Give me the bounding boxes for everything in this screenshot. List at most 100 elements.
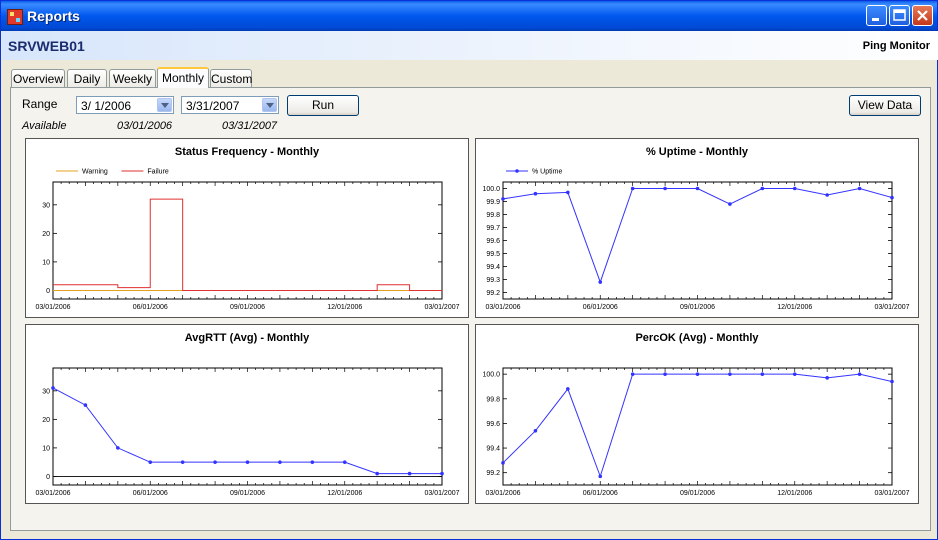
data-point xyxy=(278,460,282,464)
chart-percok: PercOK (Avg) - Monthly 100.0 99.8 99.6 99.4… xyxy=(475,324,919,504)
run-button[interactable]: Run xyxy=(287,95,359,116)
range-to-picker[interactable]: 3/31/2007 xyxy=(181,96,279,114)
data-point xyxy=(440,471,444,476)
plot-frame xyxy=(502,181,893,300)
available-label: Available xyxy=(22,120,67,132)
legend-label: % Uptime xyxy=(532,169,562,176)
y-tick-label: 0 xyxy=(46,474,50,481)
data-point xyxy=(728,202,732,206)
chart-uptime: % Uptime - Monthly 100.0 99.9 99.8 99.7 99.6… xyxy=(475,138,919,318)
plot-frame xyxy=(502,367,893,486)
range-from-picker[interactable]: 3/ 1/2006 xyxy=(76,96,174,114)
view-data-button[interactable]: View Data xyxy=(849,95,921,116)
y-tick-label: 100.0 xyxy=(482,372,500,379)
x-tick-label: 09/01/2006 xyxy=(680,304,715,311)
range-from-value: 3/ 1/2006 xyxy=(81,99,132,113)
y-tick-label: 30 xyxy=(42,388,50,395)
report-header: SRVWEB01 Ping Monitor xyxy=(2,31,938,60)
data-point xyxy=(760,186,765,191)
legend-label: Failure xyxy=(147,169,169,176)
y-tick-label: 99.4 xyxy=(486,446,500,453)
x-tick-label: 03/01/2007 xyxy=(424,304,459,311)
reports-window: Reports SRVWEB01 Ping Monitor Overview D… xyxy=(0,0,938,540)
y-tick-label: 99.8 xyxy=(486,212,500,219)
x-tick-label: 12/01/2006 xyxy=(327,304,362,311)
data-point xyxy=(630,186,635,191)
x-tick-label: 03/01/2007 xyxy=(874,304,909,311)
data-point xyxy=(213,460,217,464)
y-tick-label: 20 xyxy=(42,417,50,424)
data-point xyxy=(148,460,153,464)
app-report-icon xyxy=(7,9,23,25)
x-tick-label: 09/01/2006 xyxy=(230,304,265,311)
range-label: Range xyxy=(22,97,58,111)
y-tick-label: 99.8 xyxy=(486,396,500,403)
available-to: 03/31/2007 xyxy=(222,120,278,132)
close-icon xyxy=(917,10,928,21)
maximize-button[interactable] xyxy=(889,5,910,26)
y-tick-label: 10 xyxy=(42,445,50,452)
available-from: 03/01/2006 xyxy=(117,120,173,132)
close-button[interactable] xyxy=(912,5,933,26)
chart-status-frequency-svg: 0 10 20 30 03/01/2006 06/01/2006 09/01/2006 12/… xyxy=(35,169,459,312)
x-tick-label: 03/01/2007 xyxy=(874,490,909,497)
x-tick-label: 06/01/2006 xyxy=(133,304,168,311)
tab-monthly[interactable]: Monthly xyxy=(157,67,209,88)
chart-status-frequency: Status Frequency - Monthly 0 10 20 30 03/01/… xyxy=(25,138,469,318)
data-point xyxy=(375,471,379,476)
series-line xyxy=(502,187,893,284)
x-tick-label: 09/01/2006 xyxy=(680,490,715,497)
title-bar[interactable]: Reports xyxy=(1,1,937,31)
tab-daily[interactable]: Daily xyxy=(67,69,107,87)
data-point xyxy=(728,372,732,376)
data-point xyxy=(825,193,829,197)
monitor-type: Ping Monitor xyxy=(862,40,930,52)
data-point xyxy=(342,460,347,464)
y-tick-label: 99.2 xyxy=(486,470,500,477)
data-point xyxy=(116,446,120,450)
y-tick-label: 30 xyxy=(42,202,50,209)
x-tick-label: 03/01/2006 xyxy=(35,304,70,311)
x-tick-label: 12/01/2006 xyxy=(777,490,812,497)
x-tick-label: 09/01/2006 xyxy=(230,490,265,497)
data-point xyxy=(630,372,635,376)
chevron-down-icon[interactable] xyxy=(262,98,277,112)
data-point xyxy=(180,460,185,464)
maximize-icon xyxy=(893,9,906,21)
data-point xyxy=(663,372,667,376)
data-point xyxy=(857,372,862,376)
chart-avgrtt-svg: 0 10 20 30 03/01/2006 06/01/2006 09/01/2006 12/… xyxy=(35,367,460,497)
data-point xyxy=(663,186,667,191)
window-title: Reports xyxy=(27,8,80,24)
data-point xyxy=(310,460,315,464)
chart-uptime-svg: 100.0 99.9 99.8 99.7 99.6 99.5 99.4 99.3 99.2 03/… xyxy=(482,169,909,312)
x-tick-label: 06/01/2006 xyxy=(583,304,618,311)
series-line xyxy=(502,373,893,478)
chart-percok-svg: 100.0 99.8 99.6 99.4 99.2 03/01/2006 06/01/200… xyxy=(482,367,910,497)
data-point xyxy=(51,386,55,390)
data-point xyxy=(533,429,538,433)
tab-weekly[interactable]: Weekly xyxy=(109,69,156,87)
chevron-down-icon[interactable] xyxy=(157,98,172,112)
data-point xyxy=(533,191,538,196)
data-point xyxy=(792,186,797,191)
legend-label: Warning xyxy=(82,169,108,176)
y-tick-label: 99.9 xyxy=(486,199,500,206)
tab-overview[interactable]: Overview xyxy=(11,69,65,87)
y-tick-label: 99.6 xyxy=(486,421,500,428)
y-tick-label: 10 xyxy=(42,259,50,266)
data-point xyxy=(566,190,570,195)
data-point xyxy=(890,379,894,384)
x-tick-label: 12/01/2006 xyxy=(327,490,362,497)
chart-avgrtt: AvgRTT (Avg) - Monthly 0 10 20 30 03/01/2006… xyxy=(25,324,469,504)
data-point xyxy=(245,460,250,464)
x-tick-label: 06/01/2006 xyxy=(583,490,618,497)
minimize-button[interactable] xyxy=(866,5,887,26)
data-point xyxy=(825,376,829,380)
data-point xyxy=(598,474,603,479)
tab-custom[interactable]: Custom xyxy=(210,69,252,87)
plot-frame xyxy=(52,367,443,486)
y-tick-label: 99.5 xyxy=(486,251,500,258)
data-point xyxy=(792,372,797,376)
y-tick-label: 99.4 xyxy=(486,264,500,271)
